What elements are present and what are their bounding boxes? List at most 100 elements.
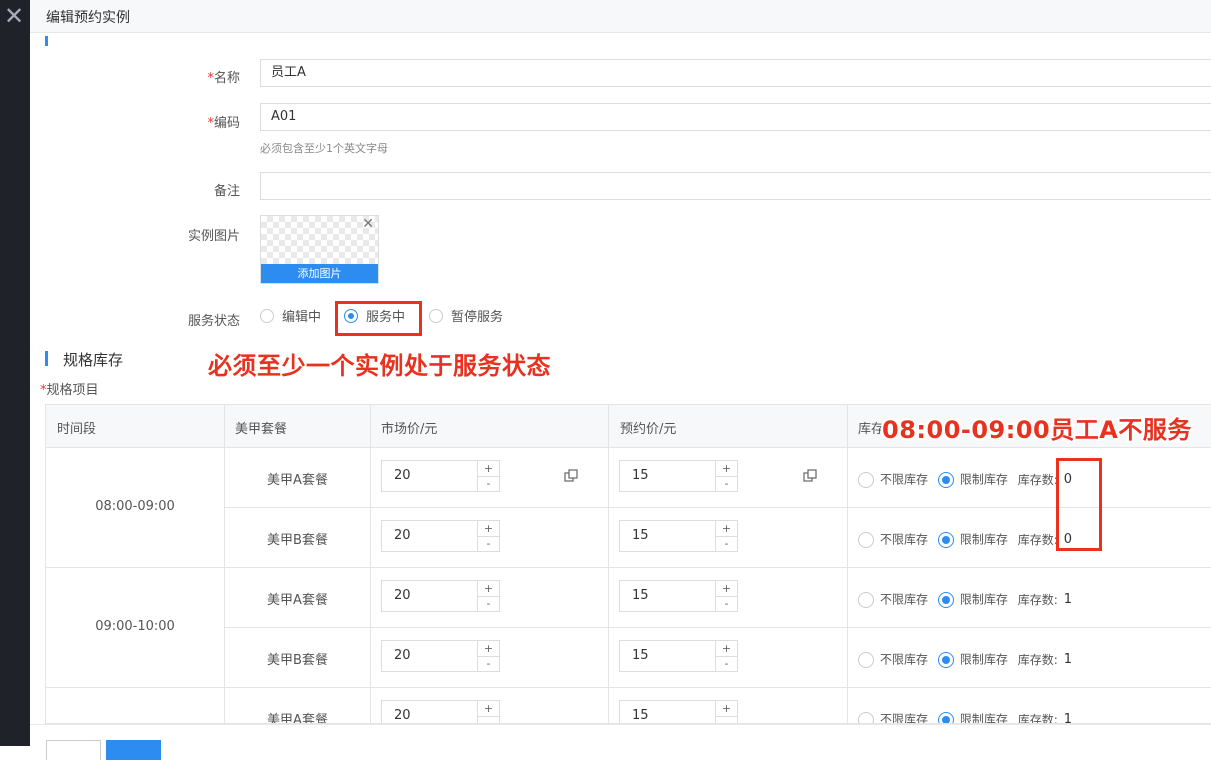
increment-icon[interactable]: + (716, 581, 737, 597)
close-icon[interactable]: ✕ (2, 4, 26, 28)
stock-limited-option[interactable]: 限制库存 (960, 593, 1008, 607)
booking-price-input[interactable]: 15 (619, 640, 716, 672)
booking-price-stepper[interactable]: + - (716, 640, 738, 672)
row-divider (46, 687, 1211, 688)
stock-count-input[interactable]: 1 (1057, 587, 1104, 613)
decrement-icon[interactable]: - (716, 716, 737, 723)
name-label: *名称 (207, 71, 240, 86)
radio-icon[interactable] (858, 711, 874, 723)
stock-unlimited-option[interactable]: 不限库存 (880, 593, 928, 607)
annotation-status-note: 必须至少一个实例处于服务状态 (208, 352, 551, 380)
add-image-button[interactable]: 添加图片 (261, 264, 378, 283)
status-option-paused[interactable]: 暂停服务 (429, 309, 503, 327)
stock-count-input[interactable]: 1 (1057, 647, 1104, 673)
save-button[interactable] (106, 740, 161, 760)
increment-icon[interactable]: + (716, 521, 737, 537)
remark-input[interactable] (260, 172, 1211, 200)
code-input[interactable]: A01 (260, 103, 1211, 131)
radio-checked-icon[interactable] (937, 591, 954, 608)
decrement-icon[interactable]: - (478, 536, 499, 551)
stock-limited-option[interactable]: 限制库存 (960, 533, 1008, 547)
market-price-input[interactable]: 20 (381, 460, 478, 492)
increment-icon[interactable]: + (716, 461, 737, 477)
radio-icon[interactable] (858, 531, 874, 548)
section-marker (45, 36, 48, 46)
market-price-input[interactable]: 20 (381, 640, 478, 672)
market-price-input[interactable]: 20 (381, 580, 478, 612)
market-price-stepper[interactable]: + - (478, 640, 500, 672)
increment-icon[interactable]: + (478, 581, 499, 597)
header-time-slot: 时间段 (57, 422, 97, 437)
section-marker (45, 351, 48, 366)
decrement-icon[interactable]: - (478, 596, 499, 611)
booking-price-input[interactable]: 15 (619, 520, 716, 552)
market-price-stepper[interactable]: + - (478, 700, 500, 723)
decrement-icon[interactable]: - (716, 536, 737, 551)
remove-image-icon[interactable]: ✕ (362, 217, 374, 231)
decrement-icon[interactable]: - (716, 656, 737, 671)
increment-icon[interactable]: + (478, 701, 499, 717)
stock-controls: 不限库存 限制库存 库存数: 1 (858, 587, 1104, 613)
radio-checked-icon[interactable] (937, 711, 954, 723)
edit-instance-dialog: 编辑预约实例 *名称 员工A *编码 A01 必须包含至少1个英文字母 备注 实… (30, 0, 1211, 760)
booking-price-input[interactable]: 15 (619, 580, 716, 612)
copy-icon[interactable] (564, 469, 578, 483)
market-price-input[interactable]: 20 (381, 520, 478, 552)
column-divider (370, 405, 371, 723)
cancel-button[interactable] (46, 740, 101, 760)
radio-icon[interactable] (858, 471, 874, 488)
increment-icon[interactable]: + (716, 701, 737, 717)
column-divider (608, 405, 609, 723)
code-label: *编码 (207, 116, 240, 131)
radio-checked-icon[interactable] (937, 471, 954, 488)
name-input[interactable]: 员工A (260, 59, 1211, 87)
booking-price-stepper[interactable]: + - (716, 520, 738, 552)
decrement-icon[interactable]: - (478, 716, 499, 723)
image-upload[interactable]: ✕ 添加图片 (260, 215, 379, 284)
booking-price-stepper[interactable]: + - (716, 580, 738, 612)
increment-icon[interactable]: + (478, 521, 499, 537)
booking-price-stepper[interactable]: + - (716, 700, 738, 723)
booking-price-input[interactable]: 15 (619, 460, 716, 492)
package-label: 美甲A套餐 (267, 713, 328, 724)
background-sidebar: ✕ (0, 0, 30, 746)
copy-icon[interactable] (803, 469, 817, 483)
radio-icon[interactable] (858, 651, 874, 668)
increment-icon[interactable]: + (478, 461, 499, 477)
market-price-input[interactable]: 20 (381, 700, 478, 723)
increment-icon[interactable]: + (716, 641, 737, 657)
code-hint: 必须包含至少1个英文字母 (260, 142, 388, 155)
booking-price-input[interactable]: 15 (619, 700, 716, 723)
decrement-icon[interactable]: - (716, 596, 737, 611)
stock-controls: 不限库存 限制库存 库存数: 1 (858, 647, 1104, 673)
stock-unlimited-option[interactable]: 不限库存 (880, 533, 928, 547)
decrement-icon[interactable]: - (478, 656, 499, 671)
radio-icon[interactable] (858, 591, 874, 608)
decrement-icon[interactable]: - (716, 476, 737, 491)
package-label: 美甲A套餐 (267, 473, 328, 488)
column-divider (224, 405, 225, 723)
stock-limited-option[interactable]: 限制库存 (960, 713, 1008, 724)
stock-count-input[interactable]: 1 (1057, 707, 1104, 723)
status-option-editing[interactable]: 编辑中 (260, 309, 321, 327)
market-price-stepper[interactable]: + - (478, 520, 500, 552)
stock-unlimited-option[interactable]: 不限库存 (880, 653, 928, 667)
stock-limited-option[interactable]: 限制库存 (960, 473, 1008, 487)
booking-price-stepper[interactable]: + - (716, 460, 738, 492)
stock-unlimited-option[interactable]: 不限库存 (880, 713, 928, 724)
radio-checked-icon[interactable] (937, 531, 954, 548)
market-price-stepper[interactable]: + - (478, 580, 500, 612)
header-stock: 库存 (858, 422, 885, 437)
radio-icon (429, 309, 443, 323)
time-slot-label: 09:00-10:00 (95, 619, 175, 634)
market-price-stepper[interactable]: + - (478, 460, 500, 492)
stock-limited-option[interactable]: 限制库存 (960, 653, 1008, 667)
package-label: 美甲A套餐 (267, 593, 328, 608)
package-label: 美甲B套餐 (267, 533, 328, 548)
dialog-header: 编辑预约实例 (30, 0, 1211, 33)
decrement-icon[interactable]: - (478, 476, 499, 491)
stock-unlimited-option[interactable]: 不限库存 (880, 473, 928, 487)
spec-section-title: 规格库存 (63, 351, 124, 369)
radio-checked-icon[interactable] (937, 651, 954, 668)
increment-icon[interactable]: + (478, 641, 499, 657)
